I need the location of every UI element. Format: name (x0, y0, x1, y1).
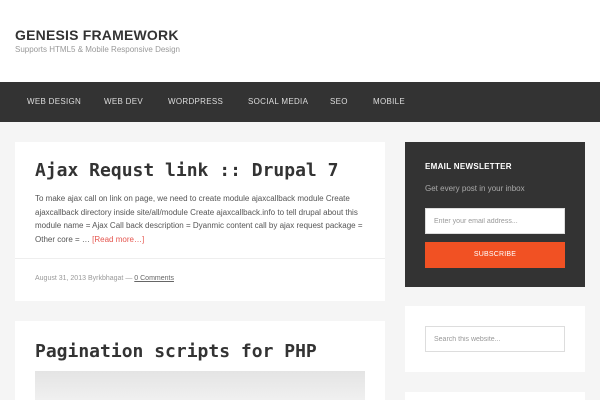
newsletter-widget: EMAIL NEWSLETTER Get every post in your … (405, 142, 585, 287)
search-widget (405, 306, 585, 372)
newsletter-email-input[interactable] (425, 208, 565, 234)
post-divider (15, 258, 385, 259)
post-entry: Pagination scripts for PHP (15, 321, 385, 400)
search-input[interactable] (425, 326, 565, 352)
post-author-link[interactable]: rkbhagat (96, 275, 123, 282)
post-excerpt: To make ajax call on link on page, we ne… (35, 192, 371, 246)
subscribe-button[interactable]: SUBSCRIBE (425, 242, 565, 268)
nav-item-mobile[interactable]: MOBILE (373, 97, 405, 106)
site-header: GENESIS FRAMEWORK Supports HTML5 & Mobil… (0, 0, 600, 82)
sidebar-widget (405, 392, 585, 400)
nav-item-social-media[interactable]: SOCIAL MEDIA (248, 97, 308, 106)
nav-item-seo[interactable]: SEO (330, 97, 348, 106)
post-title[interactable]: Pagination scripts for PHP (35, 341, 317, 362)
post-meta: August 31, 2013 Byrkbhagat — 0 Comments (35, 275, 174, 282)
nav-item-web-design[interactable]: WEB DESIGN (27, 97, 81, 106)
post-featured-image[interactable] (35, 371, 365, 400)
comments-link[interactable]: 0 Comments (134, 275, 174, 282)
post-title[interactable]: Ajax Requst link :: Drupal 7 (35, 160, 338, 181)
post-by-label: By (87, 275, 97, 282)
post-entry: Ajax Requst link :: Drupal 7 To make aja… (15, 142, 385, 301)
newsletter-title: EMAIL NEWSLETTER (425, 162, 512, 171)
read-more-link[interactable]: [Read more…] (92, 235, 144, 244)
post-excerpt-text: To make ajax call on link on page, we ne… (35, 194, 363, 244)
main-nav: WEB DESIGN WEB DEV WORDPRESS SOCIAL MEDI… (0, 82, 600, 122)
post-date: August 31, 2013 (35, 275, 86, 282)
nav-item-web-dev[interactable]: WEB DEV (104, 97, 143, 106)
site-description: Supports HTML5 & Mobile Responsive Desig… (15, 45, 180, 54)
meta-separator: — (125, 275, 133, 282)
nav-item-wordpress[interactable]: WORDPRESS (168, 97, 223, 106)
site-title[interactable]: GENESIS FRAMEWORK (15, 27, 179, 43)
newsletter-subtitle: Get every post in your inbox (425, 184, 525, 193)
